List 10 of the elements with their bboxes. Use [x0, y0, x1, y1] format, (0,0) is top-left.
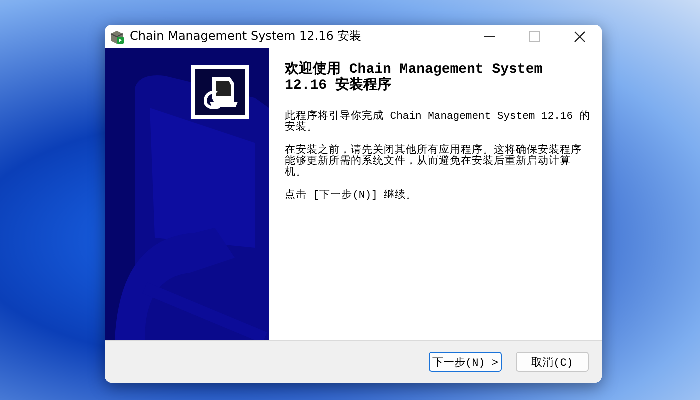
close-icon	[574, 30, 586, 42]
window-title: Chain Management System 12.16 安装	[130, 28, 363, 45]
app-icon	[109, 28, 125, 44]
body-paragraph: 在安装之前，请先关闭其他所有应用程序。这将确保安装程序能够更新所需的系统文件，从而避免在安装后重新启动计算机。	[285, 146, 583, 179]
welcome-heading: 欢迎使用 Chain Management System 12.16 安装程序	[285, 62, 544, 94]
body-paragraph: 此程序将引导你完成 Chain Management System 12.16 的安装。	[285, 112, 592, 134]
cancel-button[interactable]: 取消(C)	[516, 352, 589, 372]
maximize-icon	[529, 31, 540, 42]
next-button[interactable]: 下一步(N) >	[429, 352, 502, 372]
body-paragraph: 点击 [下一步(N)] 继续。	[285, 191, 418, 202]
